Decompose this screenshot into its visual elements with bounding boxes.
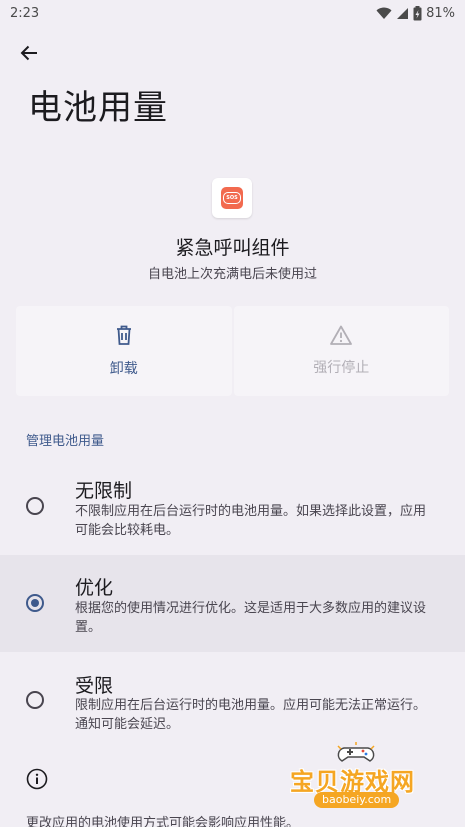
warning-icon bbox=[330, 325, 353, 349]
footer-note: 更改应用的电池使用方式可能会影响应用性能。 bbox=[26, 816, 300, 827]
battery-icon bbox=[413, 5, 422, 21]
option-restricted[interactable]: 受限 限制应用在后台运行时的电池用量。应用可能无法正常运行。通知可能会延迟。 bbox=[0, 653, 465, 748]
wifi-icon bbox=[376, 6, 392, 20]
force-stop-button[interactable]: 强行停止 bbox=[233, 306, 449, 396]
option-title: 受限 bbox=[75, 675, 114, 697]
option-description: 限制应用在后台运行时的电池用量。应用可能无法正常运行。通知可能会延迟。 bbox=[75, 698, 427, 732]
watermark-url: baobeiy.com bbox=[314, 792, 400, 808]
sos-icon-label: SOS bbox=[223, 192, 241, 204]
radio-unrestricted[interactable] bbox=[26, 497, 44, 515]
signal-icon bbox=[396, 7, 409, 20]
watermark-logo: 宝贝游戏网 baobeiy.com bbox=[290, 742, 440, 812]
uninstall-label: 卸载 bbox=[109, 361, 138, 377]
app-usage-summary: 自电池上次充满电后未使用过 bbox=[147, 267, 317, 282]
battery-usage-screen: 2:23 81% 电池用量 SOS 紧急呼叫组件 自电池上次充满电后未使用过 卸… bbox=[0, 0, 465, 827]
status-icons: 81% bbox=[376, 5, 455, 21]
back-button[interactable] bbox=[12, 38, 46, 72]
option-unrestricted[interactable]: 无限制 不限制应用在后台运行时的电池用量。如果选择此设置，应用可能会比较耗电。 bbox=[0, 462, 465, 554]
trash-icon bbox=[114, 324, 134, 350]
uninstall-button[interactable]: 卸载 bbox=[16, 306, 232, 396]
arrow-back-icon bbox=[19, 43, 39, 67]
option-title: 无限制 bbox=[75, 480, 133, 502]
option-description: 不限制应用在后台运行时的电池用量。如果选择此设置，应用可能会比较耗电。 bbox=[75, 504, 427, 538]
app-icon: SOS bbox=[212, 178, 252, 218]
option-optimized[interactable]: 优化 根据您的使用情况进行优化。这是适用于大多数应用的建议设置。 bbox=[0, 555, 465, 652]
sos-icon: SOS bbox=[221, 187, 243, 209]
status-bar: 2:23 81% bbox=[0, 0, 465, 26]
radio-restricted[interactable] bbox=[26, 691, 44, 709]
section-header: 管理电池用量 bbox=[26, 434, 105, 449]
option-description: 根据您的使用情况进行优化。这是适用于大多数应用的建议设置。 bbox=[75, 601, 427, 635]
info-icon bbox=[26, 768, 48, 790]
option-title: 优化 bbox=[75, 577, 114, 599]
page-title: 电池用量 bbox=[28, 88, 168, 128]
app-action-buttons: 卸载 强行停止 bbox=[16, 306, 449, 396]
force-stop-label: 强行停止 bbox=[313, 360, 370, 376]
status-time: 2:23 bbox=[10, 5, 40, 21]
app-name: 紧急呼叫组件 bbox=[175, 237, 290, 259]
battery-percent: 81% bbox=[426, 5, 455, 21]
radio-optimized[interactable] bbox=[26, 594, 44, 612]
